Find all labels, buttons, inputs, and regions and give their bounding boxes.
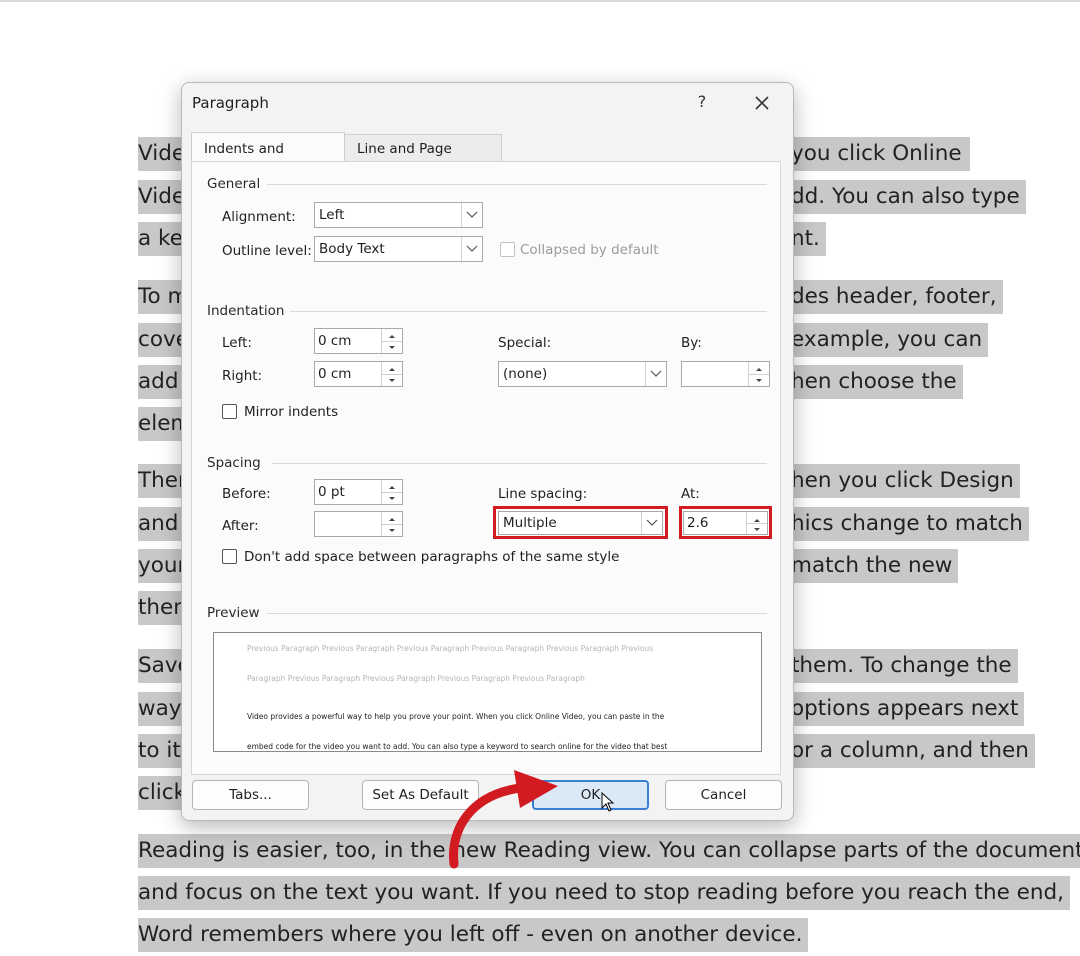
tab-line-and-page-breaks[interactable]: Line and Page Breaks xyxy=(344,134,502,185)
doc-text-fragment: or a column, and then xyxy=(791,734,1035,768)
doc-text-line: and focus on the text you want. If you n… xyxy=(138,876,1071,910)
indents-spacing-panel: General Alignment: Left Outline level: B… xyxy=(191,161,781,775)
spin-down-icon[interactable] xyxy=(382,341,402,353)
spacing-after-input[interactable] xyxy=(314,511,403,537)
paragraph-preview: Previous Paragraph Previous Paragraph Pr… xyxy=(213,632,762,752)
divider xyxy=(290,311,767,312)
mirror-indents-checkbox[interactable] xyxy=(222,404,237,419)
divider xyxy=(267,184,767,185)
indent-left-value: 0 cm xyxy=(318,333,352,349)
help-icon[interactable]: ? xyxy=(690,91,714,115)
doc-text-fragment: example, you can xyxy=(791,323,989,357)
line-spacing-label: Line spacing: xyxy=(498,486,588,502)
chevron-down-icon xyxy=(645,362,666,386)
spinner xyxy=(748,362,769,386)
divider xyxy=(267,613,767,614)
indent-left-input[interactable]: 0 cm xyxy=(314,328,403,354)
doc-text-fragment: hen you click Design xyxy=(791,464,1020,498)
doc-text-line: Word remembers where you left off - even… xyxy=(138,918,809,952)
divider xyxy=(272,463,767,464)
section-preview: Preview xyxy=(207,605,260,621)
indent-right-value: 0 cm xyxy=(318,366,352,382)
special-label: Special: xyxy=(498,335,552,351)
dont-add-space-checkbox[interactable] xyxy=(222,549,237,564)
indent-left-label: Left: xyxy=(222,335,252,351)
mouse-cursor-icon xyxy=(601,792,615,812)
doc-text-fragment: dd. You can also type xyxy=(791,180,1026,214)
after-label: After: xyxy=(222,518,259,534)
preview-previous-text: Previous Paragraph Previous Paragraph Pr… xyxy=(247,644,654,653)
spinner xyxy=(381,362,402,386)
spin-down-icon[interactable] xyxy=(382,492,402,504)
spin-down-icon[interactable] xyxy=(382,524,402,536)
mirror-indents-label: Mirror indents xyxy=(244,404,339,420)
alignment-label: Alignment: xyxy=(222,209,296,225)
line-spacing-value: Multiple xyxy=(503,515,557,531)
doc-text-fragment: des header, footer, xyxy=(791,280,1003,314)
section-spacing: Spacing xyxy=(207,455,261,471)
doc-text-fragment: you click Online xyxy=(791,137,970,171)
line-spacing-dropdown[interactable]: Multiple xyxy=(498,511,663,535)
by-label: By: xyxy=(681,335,702,351)
preview-previous-text: Paragraph Previous Paragraph Previous Pa… xyxy=(247,674,585,683)
spinner xyxy=(746,512,767,534)
doc-text-fragment: match the new xyxy=(791,549,959,583)
at-label: At: xyxy=(681,486,700,502)
collapsed-by-default-checkbox[interactable] xyxy=(500,242,515,257)
collapsed-by-default-label: Collapsed by default xyxy=(520,242,659,258)
dialog-title: Paragraph xyxy=(192,94,269,112)
line-spacing-at-input[interactable]: 2.6 xyxy=(683,511,768,535)
doc-text-fragment: hen choose the xyxy=(791,365,963,399)
chevron-down-icon xyxy=(641,512,662,534)
doc-text-fragment: nt. xyxy=(791,222,826,256)
spacing-before-input[interactable]: 0 pt xyxy=(314,479,403,505)
doc-text-line: Reading is easier, too, in the new Readi… xyxy=(138,834,1080,868)
spin-down-icon[interactable] xyxy=(382,374,402,386)
spinner xyxy=(381,329,402,353)
chevron-down-icon xyxy=(461,203,482,227)
alignment-value: Left xyxy=(319,207,345,223)
preview-sample-text: Video provides a powerful way to help yo… xyxy=(247,712,665,721)
section-general: General xyxy=(207,176,261,192)
line-spacing-at-value: 2.6 xyxy=(687,515,709,531)
spin-down-icon[interactable] xyxy=(749,374,769,386)
doc-text-fragment: them. To change the xyxy=(791,649,1018,683)
outline-level-value: Body Text xyxy=(319,241,385,257)
close-icon[interactable] xyxy=(748,89,776,117)
doc-text-fragment: hics change to match xyxy=(791,507,1029,541)
doc-text-fragment: add xyxy=(138,365,185,399)
indent-right-input[interactable]: 0 cm xyxy=(314,361,403,387)
cancel-button[interactable]: Cancel xyxy=(665,780,782,810)
special-dropdown[interactable]: (none) xyxy=(498,361,667,387)
spinner xyxy=(381,512,402,536)
doc-text-fragment: and xyxy=(138,507,185,541)
by-input[interactable] xyxy=(681,361,770,387)
annotation-arrow-icon xyxy=(449,770,558,869)
outline-level-label: Outline level: xyxy=(222,243,312,259)
dont-add-space-label: Don't add space between paragraphs of th… xyxy=(244,549,620,565)
spinner xyxy=(381,480,402,504)
paragraph-dialog: Paragraph ? Indents and Spacing Line and… xyxy=(181,82,794,821)
tab-indents-and-spacing[interactable]: Indents and Spacing xyxy=(191,132,345,189)
chevron-down-icon xyxy=(461,237,482,261)
special-value: (none) xyxy=(503,366,548,382)
preview-sample-text: embed code for the video you want to add… xyxy=(247,742,668,751)
outline-level-dropdown[interactable]: Body Text xyxy=(314,236,483,262)
alignment-dropdown[interactable]: Left xyxy=(314,202,483,228)
doc-text-fragment: options appears next xyxy=(791,692,1025,726)
spin-down-icon[interactable] xyxy=(747,523,767,534)
section-indentation: Indentation xyxy=(207,303,285,319)
spacing-before-value: 0 pt xyxy=(318,484,345,500)
indent-right-label: Right: xyxy=(222,368,263,384)
tabs-button[interactable]: Tabs... xyxy=(192,780,309,810)
before-label: Before: xyxy=(222,486,271,502)
